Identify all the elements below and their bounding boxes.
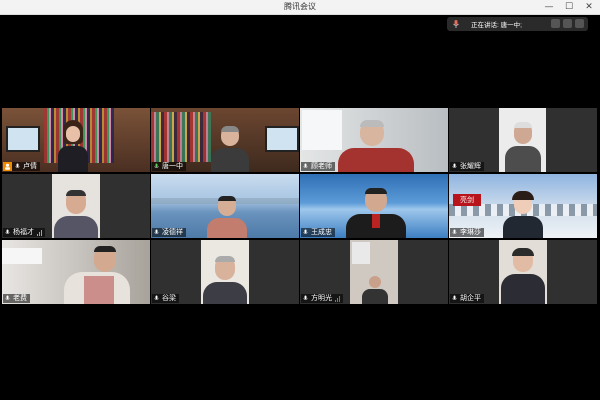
participant-name: 王成忠: [311, 229, 332, 236]
participant-tile[interactable]: 亮剑 李琳莎: [449, 174, 597, 238]
grid-view-icon[interactable]: [563, 19, 572, 28]
title-bar: 腾讯会议 — ☐ ✕: [0, 0, 600, 15]
participant-tile[interactable]: 唐一中: [151, 108, 299, 172]
microphone-icon: [15, 163, 20, 169]
participant-tile[interactable]: 张耀辉: [449, 108, 597, 172]
participant-name-tag: 王成忠: [301, 228, 335, 237]
meeting-window: 腾讯会议 — ☐ ✕ 正在讲话: 唐一中; 卢倩 唐一中 顾老师 张耀辉 杨福才…: [0, 0, 600, 400]
participant-tile[interactable]: 卢倩: [2, 108, 150, 172]
participant-tile[interactable]: 方明光: [300, 240, 448, 304]
collapse-icon[interactable]: [575, 19, 584, 28]
participant-name-tag: 方明光: [301, 294, 343, 303]
close-icon[interactable]: ✕: [584, 1, 594, 13]
participant-name-tag: 顾老师: [301, 162, 335, 171]
participant-name: 胡企平: [460, 295, 481, 302]
participant-tile[interactable]: 杨福才: [2, 174, 150, 238]
participant-name: 杨福才: [13, 229, 34, 236]
microphone-icon: [5, 295, 10, 301]
microphone-icon: [452, 229, 457, 235]
microphone-icon: [452, 295, 457, 301]
speaking-indicator: 正在讲话: 唐一中;: [447, 17, 588, 31]
participant-name: 老费: [13, 295, 27, 302]
participant-name-tag: 卢倩: [3, 162, 40, 171]
microphone-icon: [303, 295, 308, 301]
host-icon: [3, 162, 12, 171]
window-title: 腾讯会议: [284, 2, 316, 11]
microphone-icon: [5, 229, 10, 235]
microphone-icon: [453, 20, 459, 28]
banner-sign: 亮剑: [453, 194, 481, 206]
participant-name: 张耀辉: [460, 163, 481, 170]
participant-video: [54, 190, 98, 238]
video-grid: 卢倩 唐一中 顾老师 张耀辉 杨福才 凌德祥 王成忠 亮剑 李琳莎 老费 谷梁 …: [2, 108, 598, 304]
microphone-icon: [154, 229, 159, 235]
microphone-icon: [452, 163, 457, 169]
participant-name: 唐一中: [162, 163, 183, 170]
signal-strength-icon: [37, 229, 42, 236]
participant-video: [501, 248, 545, 304]
participant-tile[interactable]: 谷梁: [151, 240, 299, 304]
speaking-label: 正在讲话: 唐一中;: [471, 22, 522, 29]
participant-tile[interactable]: 胡企平: [449, 240, 597, 304]
microphone-icon: [154, 163, 159, 169]
participant-video: [211, 126, 249, 172]
participant-name-tag: 唐一中: [152, 162, 186, 171]
participant-video: [505, 122, 541, 172]
participant-name: 凌德祥: [162, 229, 183, 236]
participant-name-tag: 胡企平: [450, 294, 484, 303]
participant-name-tag: 李琳莎: [450, 228, 484, 237]
participant-name: 方明光: [311, 295, 332, 302]
maximize-icon[interactable]: ☐: [564, 1, 574, 13]
participant-name: 谷梁: [162, 295, 176, 302]
participant-name-tag: 谷梁: [152, 294, 179, 303]
participant-name: 顾老师: [311, 163, 332, 170]
participant-name: 李琳莎: [460, 229, 481, 236]
minimize-icon[interactable]: —: [544, 1, 554, 13]
participant-tile[interactable]: 凌德祥: [151, 174, 299, 238]
participant-video: [346, 188, 406, 238]
participant-name-tag: 凌德祥: [152, 228, 186, 237]
participant-video: [503, 191, 543, 238]
participant-name-tag: 张耀辉: [450, 162, 484, 171]
participant-video: [338, 120, 414, 172]
microphone-icon: [154, 295, 159, 301]
participant-tile[interactable]: 老费: [2, 240, 150, 304]
participant-video: [207, 196, 247, 238]
participant-video: [64, 246, 130, 304]
participant-tile[interactable]: 王成忠: [300, 174, 448, 238]
signal-strength-icon: [335, 295, 340, 302]
participant-name-tag: 杨福才: [3, 228, 45, 237]
layout-icon[interactable]: [551, 19, 560, 28]
microphone-icon: [303, 229, 308, 235]
participant-video: [362, 276, 388, 304]
participant-video: [203, 256, 247, 304]
microphone-icon: [303, 163, 308, 169]
participant-name-tag: 老费: [3, 294, 30, 303]
participant-video: [58, 120, 88, 172]
participant-name: 卢倩: [23, 163, 37, 170]
participant-tile[interactable]: 顾老师: [300, 108, 448, 172]
